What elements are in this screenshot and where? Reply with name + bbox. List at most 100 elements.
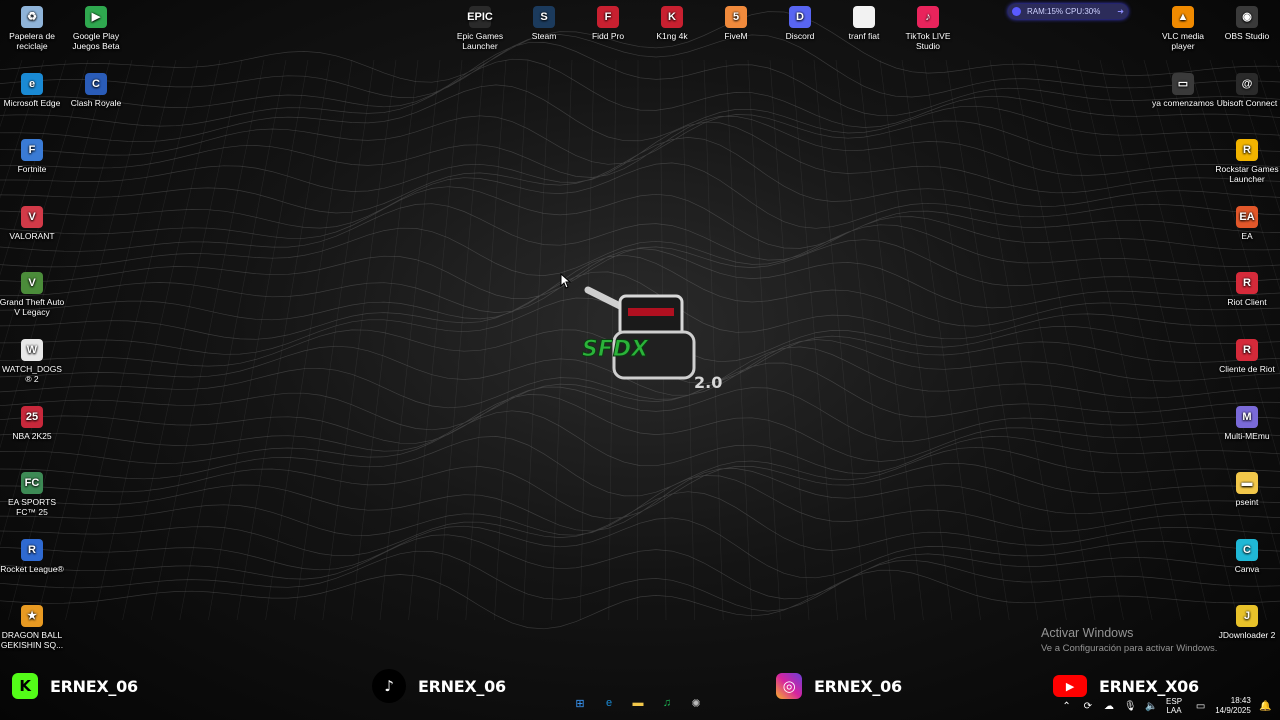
desktop-icon-label: TikTok LIVE Studio — [905, 31, 951, 51]
sync-icon[interactable]: ⟳ — [1081, 701, 1094, 712]
chevron-up-icon[interactable]: ⌃ — [1060, 701, 1073, 712]
desktop-icon-label: EA — [1241, 230, 1253, 241]
desktop-icon[interactable]: S Steam — [511, 6, 577, 41]
clock-date: 14/9/2025 — [1215, 706, 1251, 715]
steam-icon: S — [533, 6, 555, 28]
desktop-icon-label: Microsoft Edge — [3, 97, 61, 108]
desktop-icon-label: Rocket League® — [0, 563, 64, 574]
desktop-icon[interactable]: ▲ VLC media player — [1150, 6, 1216, 51]
desktop-icon[interactable]: 25 NBA 2K25 — [0, 405, 65, 441]
tiktok-icon: ♪ — [372, 669, 406, 703]
desktop-icon[interactable]: R Rocket League® — [0, 538, 65, 574]
gta-icon: V — [21, 272, 43, 295]
desktop-icon-label: Epic Games Launcher — [456, 31, 504, 51]
desktop-icon-label: Clash Royale — [70, 97, 122, 108]
language-layout: LAA — [1166, 706, 1182, 715]
desktop-icon[interactable]: EPIC Epic Games Launcher — [447, 6, 513, 51]
desktop-icon-label: FiveM — [724, 31, 748, 41]
desktop-icon[interactable]: F Fortnite — [0, 139, 65, 174]
memu-icon: M — [1236, 405, 1258, 428]
desktop-icon-label: Steam — [531, 31, 557, 41]
arrow-icon: ➜ — [1117, 7, 1124, 16]
desktop-icon[interactable]: J JDownloader 2 — [1214, 605, 1280, 640]
desktop-icon-label: Cliente de Riot — [1219, 364, 1275, 374]
desktop-icon-label: EA SPORTS FC™ 25 — [7, 497, 57, 518]
start-button[interactable]: ⊞ — [570, 693, 590, 713]
speaker-icon[interactable]: 🔈 — [1145, 701, 1158, 712]
desktop-icon[interactable]: ▬ pseint — [1214, 472, 1280, 507]
language-indicator[interactable]: ESP LAA — [1166, 697, 1182, 715]
desktop-icon-label: VLC media player — [1161, 31, 1205, 51]
desktop-icon[interactable]: 5 FiveM — [703, 6, 769, 41]
desktop-icon[interactable]: FC EA SPORTS FC™ 25 — [0, 472, 65, 517]
social-instagram: ◎ ERNEX_06 — [776, 670, 902, 702]
desktop-icon[interactable]: M Multi-MEmu — [1214, 405, 1280, 441]
desktop-icon[interactable]: EA EA — [1214, 205, 1280, 241]
chatgpt-icon[interactable]: ✺ — [686, 693, 706, 713]
performance-widget[interactable]: RAM:15% CPU:30% ➜ — [1008, 4, 1128, 19]
desktop-icon-label: WATCH_DOGS® 2 — [2, 364, 62, 384]
desktop-icon[interactable]: @ Ubisoft Connect — [1214, 72, 1280, 108]
desktop-icon-label: Riot Client — [1227, 297, 1267, 308]
desktop-icon[interactable]: K K1ng 4k — [639, 6, 705, 41]
ubisoft-icon: @ — [1236, 72, 1258, 95]
shortcut-icon: ▭ — [1172, 72, 1194, 95]
edge-icon: e — [21, 72, 43, 95]
desktop-icon[interactable]: ▭ ya comenzamos — [1150, 72, 1216, 108]
fivem-icon: 5 — [725, 6, 747, 28]
desktop-icon[interactable]: C Clash Royale — [63, 72, 129, 108]
desktop-icon[interactable]: R Rockstar Games Launcher — [1214, 139, 1280, 184]
desktop-icon[interactable]: V Grand Theft Auto V Legacy — [0, 272, 65, 317]
desktop-icon[interactable]: R Cliente de Riot — [1214, 339, 1280, 374]
desktop-icon[interactable]: ♻ Papelera de reciclaje — [0, 6, 65, 51]
fortnite-icon: F — [21, 139, 43, 162]
document-icon — [853, 6, 875, 28]
desktop-icon-label: Grand Theft Auto V Legacy — [0, 297, 65, 318]
google-play-games-icon: ▶ — [85, 6, 107, 28]
desktop-icon-label: Fortnite — [17, 164, 47, 175]
desktop-icon[interactable]: ★ DRAGON BALL GEKISHIN SQ... — [0, 605, 65, 650]
clock-time: 18:43 — [1230, 696, 1251, 705]
file-explorer-icon[interactable]: ▬ — [628, 693, 648, 713]
jdownloader-icon: J — [1236, 605, 1258, 628]
perf-text: RAM:15% CPU:30% — [1027, 7, 1101, 16]
desktop-icon[interactable]: W WATCH_DOGS® 2 — [0, 339, 65, 384]
tiktok-live-icon: ♪ — [917, 6, 939, 28]
spotify-icon[interactable]: ♫ — [657, 693, 677, 713]
desktop-icon-label: Google Play Juegos Beta — [72, 31, 120, 51]
taskbar-apps: ⊞ e ▬ ♫ ✺ — [570, 693, 706, 717]
social-handle: ERNEX_06 — [814, 676, 902, 696]
dragonball-icon: ★ — [21, 605, 43, 628]
desktop-icon[interactable]: tranf fiat — [831, 6, 897, 41]
desktop-icon[interactable]: ♪ TikTok LIVE Studio — [895, 6, 961, 51]
logo-text-sfdx: SFDX — [582, 337, 649, 362]
obs-icon: ◉ — [1236, 6, 1258, 28]
desktop-icon-label: tranf fiat — [848, 31, 880, 41]
notification-bell-icon[interactable]: 🔔 — [1259, 701, 1272, 712]
desktop-icon-label: Ubisoft Connect — [1216, 97, 1278, 108]
desktop-icon[interactable]: e Microsoft Edge — [0, 72, 65, 108]
social-handle: ERNEX_06 — [418, 676, 506, 696]
desktop-icon[interactable]: R Riot Client — [1214, 272, 1280, 307]
desktop-icon[interactable]: F Fidd Pro — [575, 6, 641, 41]
desktop-icon[interactable]: V VALORANT — [0, 205, 65, 241]
watermark-title: Activar Windows — [1041, 626, 1134, 640]
edge-taskbar-icon[interactable]: e — [599, 693, 619, 713]
desktop-icon-label: Papelera de reciclaje — [9, 31, 55, 51]
desktop-icon-label: Fidd Pro — [591, 31, 625, 41]
desktop-icon-label: Canva — [1234, 563, 1260, 574]
microphone-icon[interactable]: 🎙 — [1124, 701, 1137, 712]
clock[interactable]: 18:43 14/9/2025 — [1215, 696, 1251, 716]
desktop-icon-label: Multi-MEmu — [1224, 430, 1270, 441]
desktop-icon-label: pseint — [1235, 497, 1259, 508]
desktop-icon[interactable]: ▶ Google Play Juegos Beta — [63, 6, 129, 51]
mic-icon — [1012, 7, 1021, 16]
desktop-icon[interactable]: D Discord — [767, 6, 833, 41]
canva-icon: C — [1236, 538, 1258, 561]
desktop-icon[interactable]: ◉ OBS Studio — [1214, 6, 1280, 41]
system-tray: ⌃ ⟳ ☁ 🎙 🔈 ESP LAA ▭ 18:43 14/9/2025 🔔 — [1060, 692, 1280, 720]
desktop-icon[interactable]: C Canva — [1214, 538, 1280, 574]
display-icon[interactable]: ▭ — [1194, 701, 1207, 712]
recycle-bin-icon: ♻ — [21, 6, 43, 28]
cloud-icon[interactable]: ☁ — [1102, 701, 1115, 712]
